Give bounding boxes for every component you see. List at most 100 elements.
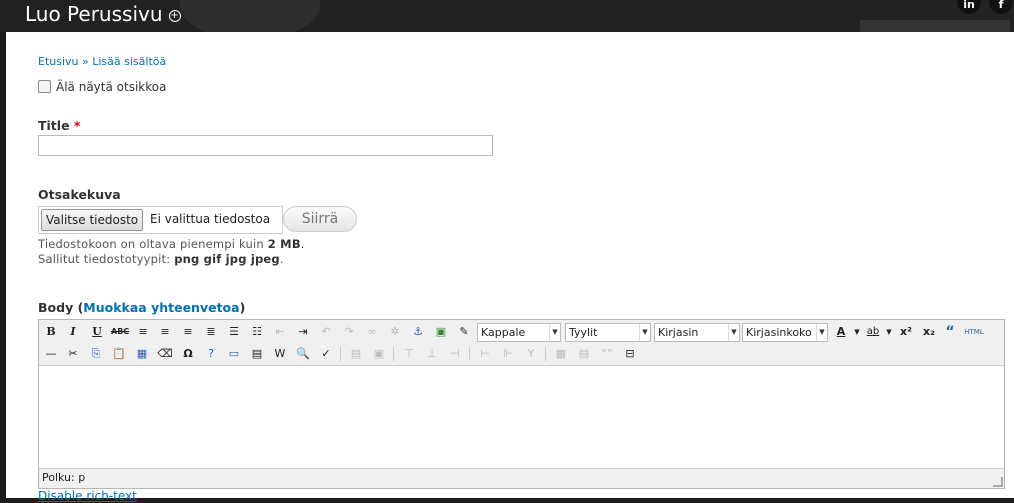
insert-row-after-icon[interactable]: ⊥ bbox=[423, 344, 441, 364]
horizontal-rule-icon[interactable]: — bbox=[42, 344, 60, 364]
toolbar-separator bbox=[340, 347, 341, 361]
styles-select[interactable]: Tyylit ▼ bbox=[565, 323, 651, 342]
insert-row-before-icon[interactable]: ⊤ bbox=[400, 344, 418, 364]
background-color-dropdown-icon[interactable]: ▼ bbox=[880, 322, 898, 342]
header-search-decoration bbox=[860, 20, 1010, 32]
anchor-icon[interactable]: ⚓ bbox=[409, 322, 427, 342]
superscript-icon[interactable]: x² bbox=[897, 322, 915, 342]
required-marker: * bbox=[73, 118, 81, 133]
facebook-icon[interactable]: f bbox=[989, 0, 1013, 14]
table-icon[interactable]: ▦ bbox=[133, 344, 151, 364]
no-file-text: Ei valittua tiedostoa bbox=[150, 212, 271, 226]
outdent-icon[interactable]: ⇤ bbox=[271, 322, 289, 342]
page-break-icon[interactable]: ⊟ bbox=[621, 344, 639, 364]
remove-format-icon[interactable]: ⌫ bbox=[156, 344, 174, 364]
file-types-help-text: Sallitut tiedostotyypit: bbox=[38, 252, 171, 266]
undo-icon[interactable]: ↶ bbox=[317, 322, 335, 342]
upload-button[interactable]: Siirrä bbox=[283, 206, 357, 232]
editor-toolbar-row-2: — ✂ ⎘ 📋 ▦ ⌫ Ω ? ▭ ▤ W 🔍 ✓ ▤ ▣ ⊤ ⊥ ⊣ ⊢ ⊩ … bbox=[42, 344, 1002, 364]
subscript-icon[interactable]: x₂ bbox=[920, 322, 938, 342]
cut-icon[interactable]: ✂ bbox=[64, 344, 82, 364]
copy-icon[interactable]: ⎘ bbox=[87, 344, 105, 364]
file-size-help-text: Tiedostokoon on oltava pienempi kuin bbox=[38, 237, 264, 251]
delete-column-icon[interactable]: Y bbox=[522, 344, 540, 364]
delete-row-icon[interactable]: ⊣ bbox=[446, 344, 464, 364]
linkedin-icon[interactable]: in bbox=[957, 0, 981, 14]
title-input[interactable] bbox=[38, 135, 493, 156]
find-icon[interactable]: 🔍 bbox=[294, 344, 312, 364]
paste-icon[interactable]: 📋 bbox=[110, 344, 128, 364]
resize-handle-icon[interactable] bbox=[993, 477, 1003, 487]
blockquote-icon[interactable]: “ bbox=[941, 322, 959, 342]
hide-title-label: Älä näytä otsikkoa bbox=[56, 80, 167, 94]
clean-formatting-icon[interactable]: ✎ bbox=[455, 322, 473, 342]
content-panel: Etusivu » Lisää sisältöä Älä näytä otsik… bbox=[6, 32, 1014, 503]
editor-path-bar: Polku: p bbox=[42, 471, 85, 484]
file-types-help: Sallitut tiedostotyypit: png gif jpg jpe… bbox=[38, 252, 284, 266]
split-cells-icon[interactable]: ▦ bbox=[552, 344, 570, 364]
page-title-text: Luo Perussivu bbox=[25, 2, 163, 26]
align-left-icon[interactable]: ≡ bbox=[134, 322, 152, 342]
path-prefix: Polku: bbox=[42, 471, 75, 484]
media-icon[interactable]: ▭ bbox=[225, 344, 243, 364]
underline-icon[interactable]: U bbox=[88, 322, 106, 342]
font-size-select[interactable]: Kirjasinkoko ▼ bbox=[742, 323, 828, 342]
html-source-icon[interactable]: HTML bbox=[962, 322, 986, 342]
spellcheck-icon[interactable]: ✓ bbox=[317, 344, 335, 364]
font-size-dropdown-icon: ▼ bbox=[816, 324, 827, 341]
link-icon[interactable]: ∞ bbox=[363, 322, 381, 342]
format-select[interactable]: Kappale ▼ bbox=[477, 323, 561, 342]
special-character-icon[interactable]: Ω bbox=[179, 344, 197, 364]
page-title: Luo Perussivu + bbox=[25, 2, 181, 26]
insert-column-after-icon[interactable]: ⊩ bbox=[499, 344, 517, 364]
toolbar-separator bbox=[545, 347, 546, 361]
paste-word-icon[interactable]: W bbox=[271, 344, 289, 364]
editor-toolbar-row-1: B I U ABC ≡ ≡ ≡ ≣ ☰ ☷ ⇤ ⇥ ↶ ↷ ∞ ✲ ⚓ ▣ ✎ … bbox=[42, 322, 1002, 342]
editor-content-area[interactable] bbox=[39, 365, 1004, 469]
format-select-value: Kappale bbox=[481, 326, 526, 339]
file-picker: Valitse tiedosto Ei valittua tiedostoa bbox=[38, 206, 283, 234]
font-select-value: Kirjasin bbox=[658, 326, 699, 339]
rich-text-editor: B I U ABC ≡ ≡ ≡ ≣ ☰ ☷ ⇤ ⇥ ↶ ↷ ∞ ✲ ⚓ ▣ ✎ … bbox=[38, 319, 1005, 489]
title-label-text: Title bbox=[38, 118, 70, 133]
bulleted-list-icon[interactable]: ☰ bbox=[225, 322, 243, 342]
breadcrumb-current-link[interactable]: Lisää sisältöä bbox=[92, 55, 166, 68]
unlink-icon[interactable]: ✲ bbox=[386, 322, 404, 342]
font-size-select-value: Kirjasinkoko bbox=[746, 326, 812, 339]
cell-properties-icon[interactable]: ▣ bbox=[370, 344, 388, 364]
align-center-icon[interactable]: ≡ bbox=[156, 322, 174, 342]
breadcrumb-home-link[interactable]: Etusivu bbox=[38, 55, 79, 68]
path-element-p[interactable]: p bbox=[78, 471, 85, 484]
choose-file-button[interactable]: Valitse tiedosto bbox=[41, 209, 144, 231]
justify-icon[interactable]: ≣ bbox=[202, 322, 220, 342]
italic-icon[interactable]: I bbox=[64, 322, 82, 342]
format-dropdown-icon: ▼ bbox=[549, 324, 560, 341]
merge-cells-icon[interactable]: ▤ bbox=[575, 344, 593, 364]
table-properties-icon[interactable]: ▤ bbox=[347, 344, 365, 364]
file-types-value: png gif jpg jpeg bbox=[174, 252, 280, 266]
align-right-icon[interactable]: ≡ bbox=[179, 322, 197, 342]
font-select[interactable]: Kirjasin ▼ bbox=[654, 323, 740, 342]
edit-summary-link[interactable]: Muokkaa yhteenvetoa bbox=[83, 300, 239, 315]
toolbar-separator bbox=[393, 347, 394, 361]
numbered-list-icon[interactable]: ☷ bbox=[248, 322, 266, 342]
redo-icon[interactable]: ↷ bbox=[340, 322, 358, 342]
indent-icon[interactable]: ⇥ bbox=[294, 322, 312, 342]
add-shortcut-icon[interactable]: + bbox=[168, 9, 181, 22]
hide-title-checkbox[interactable] bbox=[38, 80, 51, 93]
bold-icon[interactable]: B bbox=[42, 322, 60, 342]
file-size-help: Tiedostokoon on oltava pienempi kuin 2 M… bbox=[38, 237, 305, 251]
font-dropdown-icon: ▼ bbox=[728, 324, 739, 341]
header-image-label: Otsakekuva bbox=[38, 187, 121, 202]
hide-title-row: Älä näytä otsikkoa bbox=[38, 80, 166, 94]
insert-column-before-icon[interactable]: ⊢ bbox=[476, 344, 494, 364]
help-icon[interactable]: ? bbox=[202, 344, 220, 364]
strikethrough-icon[interactable]: ABC bbox=[111, 322, 129, 342]
image-icon[interactable]: ▣ bbox=[432, 322, 450, 342]
quote-icon[interactable]: “” bbox=[598, 344, 616, 364]
file-size-value: 2 MB bbox=[267, 237, 301, 251]
toolbar-separator bbox=[469, 347, 470, 361]
styles-select-value: Tyylit bbox=[569, 326, 598, 339]
paste-text-icon[interactable]: ▤ bbox=[248, 344, 266, 364]
disable-rich-text-link[interactable]: Disable rich-text bbox=[38, 489, 137, 503]
